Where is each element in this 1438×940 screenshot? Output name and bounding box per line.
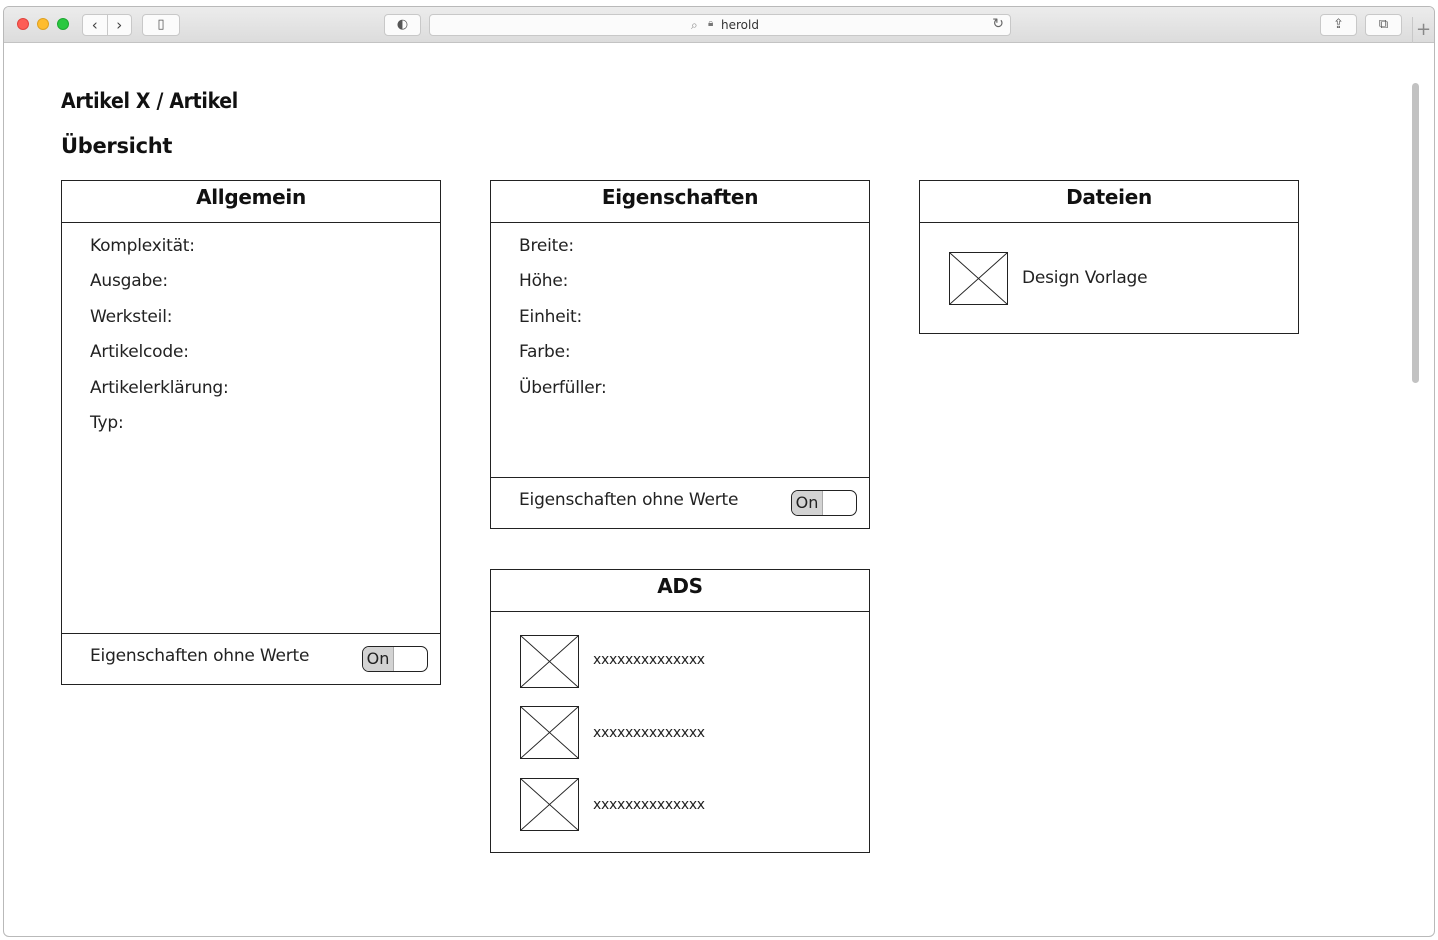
ads-title: ADS: [491, 570, 869, 612]
field-label: Breite:: [519, 236, 574, 256]
field-label: Farbe:: [519, 342, 571, 362]
new-tab-button[interactable]: +: [1412, 17, 1434, 43]
address-bar[interactable]: ⌕ 🔒︎ herold ↻: [429, 14, 1011, 36]
file-thumbnail-icon: [949, 252, 1008, 305]
toggle-state-label: On: [792, 491, 823, 515]
dateien-card: Dateien Design Vorlage: [919, 180, 1299, 334]
eigenschaften-title: Eigenschaften: [491, 181, 869, 223]
shield-icon: ◐: [396, 17, 409, 32]
allgemein-card: Allgemein Komplexität: Ausgabe: Werkstei…: [61, 180, 441, 685]
eigenschaften-footer: Eigenschaften ohne Werte On: [491, 477, 869, 528]
share-icon: ⇪: [1333, 17, 1344, 32]
sidebar-toggle-button[interactable]: ▯: [142, 14, 180, 36]
browser-window: ‹ › ▯ ◐ ⌕ 🔒︎ herold ↻ ⇪ ⧉ + Artikel X / …: [3, 6, 1435, 937]
image-placeholder-icon: [520, 706, 579, 759]
field-label: Werksteil:: [90, 307, 173, 327]
search-icon: ⌕: [691, 18, 698, 32]
field-label: Ausgabe:: [90, 271, 168, 291]
empty-properties-toggle[interactable]: On: [362, 646, 428, 672]
empty-properties-toggle[interactable]: On: [791, 490, 857, 516]
field-label: Artikelerklärung:: [90, 378, 229, 398]
image-placeholder-icon: [520, 778, 579, 831]
field-label: Überfüller:: [519, 378, 607, 398]
close-window-button[interactable]: [17, 18, 29, 30]
zoom-window-button[interactable]: [57, 18, 69, 30]
ads-card: ADS xxxxxxxxxxxxxx xxxxxxxxxxxxxx xxxxxx…: [490, 569, 870, 853]
history-nav: ‹ ›: [82, 14, 132, 36]
ads-item-label[interactable]: xxxxxxxxxxxxxx: [593, 725, 705, 741]
field-label: Artikelcode:: [90, 342, 189, 362]
sidebar-icon: ▯: [157, 17, 165, 32]
minimize-window-button[interactable]: [37, 18, 49, 30]
forward-arrow-icon[interactable]: ›: [108, 15, 132, 35]
empty-properties-label: Eigenschaften ohne Werte: [90, 646, 310, 666]
image-placeholder-icon: [520, 635, 579, 688]
ads-item-label[interactable]: xxxxxxxxxxxxxx: [593, 797, 705, 813]
allgemein-footer: Eigenschaften ohne Werte On: [62, 633, 440, 684]
file-link-design-vorlage[interactable]: Design Vorlage: [1022, 268, 1148, 288]
dateien-title: Dateien: [920, 181, 1298, 223]
field-label: Komplexität:: [90, 236, 195, 256]
empty-properties-label: Eigenschaften ohne Werte: [519, 490, 739, 510]
reload-icon[interactable]: ↻: [992, 16, 1004, 32]
toggle-state-label: On: [363, 647, 394, 671]
share-button[interactable]: ⇪: [1320, 14, 1357, 36]
lock-icon: 🔒︎: [708, 18, 714, 29]
browser-toolbar: ‹ › ▯ ◐ ⌕ 🔒︎ herold ↻ ⇪ ⧉ +: [4, 7, 1434, 43]
tab-overview-button[interactable]: ⧉: [1365, 14, 1402, 36]
url-text: herold: [721, 18, 759, 32]
eigenschaften-card: Eigenschaften Breite: Höhe: Einheit: Far…: [490, 180, 870, 529]
field-label: Typ:: [90, 413, 124, 433]
breadcrumb: Artikel X / Artikel: [61, 89, 238, 113]
field-label: Höhe:: [519, 271, 569, 291]
back-arrow-icon[interactable]: ‹: [83, 15, 108, 35]
ads-item-label[interactable]: xxxxxxxxxxxxxx: [593, 652, 705, 668]
page-content: Artikel X / Artikel Übersicht Allgemein …: [4, 43, 1422, 936]
tabs-icon: ⧉: [1378, 17, 1389, 32]
allgemein-title: Allgemein: [62, 181, 440, 223]
field-label: Einheit:: [519, 307, 582, 327]
page-subtitle: Übersicht: [61, 134, 173, 158]
privacy-shield-button[interactable]: ◐: [384, 14, 421, 36]
vertical-scrollbar[interactable]: [1412, 83, 1419, 383]
